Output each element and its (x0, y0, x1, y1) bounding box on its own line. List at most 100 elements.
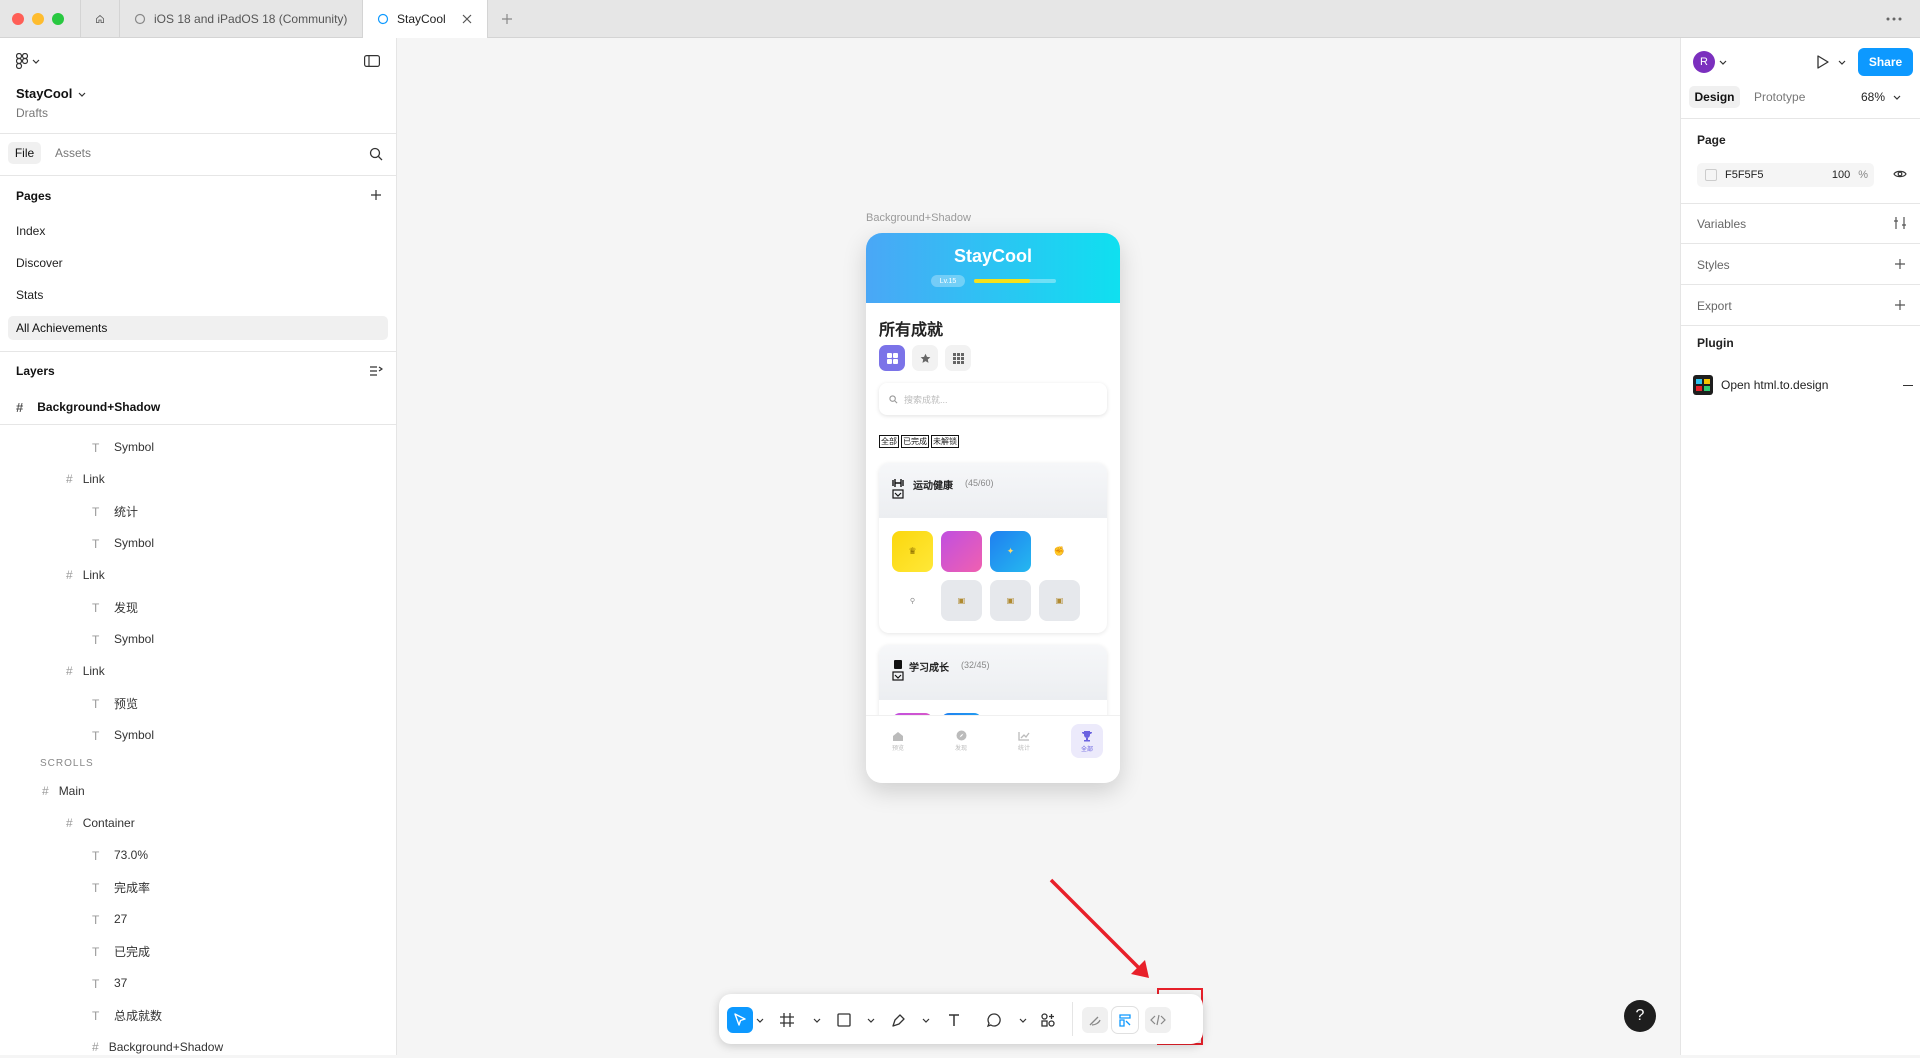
search-field[interactable]: 搜索成就... (879, 383, 1107, 415)
text-tool-button[interactable] (941, 1007, 967, 1033)
layer-text[interactable]: T 统计 (92, 500, 138, 522)
move-tool-button[interactable] (727, 1007, 753, 1033)
locked-achievement-tile[interactable]: ▣ (1039, 580, 1080, 621)
layer-text[interactable]: T Symbol (92, 628, 154, 650)
minimize-window-button[interactable] (32, 13, 44, 25)
comment-tool-button[interactable] (981, 1007, 1007, 1033)
category-header[interactable]: 运动健康 (45/60) (879, 463, 1107, 518)
remove-plugin-icon[interactable] (1903, 384, 1913, 386)
filter-all[interactable]: 全部 (879, 435, 899, 448)
tab-prototype[interactable]: Prototype (1754, 90, 1805, 104)
locked-achievement-tile[interactable]: ▣ (941, 580, 982, 621)
present-play-icon[interactable] (1814, 54, 1830, 70)
styles-heading: Styles (1697, 258, 1730, 272)
new-tab-icon[interactable] (501, 13, 513, 25)
nav-tab-discover[interactable]: 发现 (945, 724, 977, 758)
nav-tab-stats[interactable]: 统计 (1008, 724, 1040, 758)
chevron-down-icon[interactable] (922, 1016, 930, 1024)
tab-assets[interactable]: Assets (55, 146, 91, 160)
pen-tool-button[interactable] (886, 1007, 912, 1033)
layer-text[interactable]: T 预览 (92, 692, 138, 714)
layer-frame-background-shadow[interactable]: # Background+Shadow (16, 396, 160, 418)
page-item-all-achievements[interactable]: All Achievements (8, 316, 388, 340)
chevron-down-icon[interactable] (1838, 58, 1846, 66)
search-icon[interactable] (369, 147, 383, 161)
page-color-field[interactable]: F5F5F5 100 % (1697, 163, 1874, 187)
tab-file[interactable]: File (8, 142, 41, 164)
actions-tool-button[interactable] (1035, 1007, 1061, 1033)
close-tab-icon[interactable] (462, 14, 472, 24)
layer-frame[interactable]: # Main (42, 780, 85, 802)
help-button[interactable]: ? (1624, 1000, 1656, 1032)
add-style-icon[interactable] (1894, 258, 1906, 270)
view-compact-button[interactable] (945, 345, 971, 371)
page-item-discover[interactable]: Discover (16, 256, 63, 270)
layer-text[interactable]: T 发现 (92, 596, 138, 618)
page-item-index[interactable]: Index (16, 224, 45, 238)
zoom-dropdown[interactable]: 68% (1861, 90, 1901, 104)
design-mode-button[interactable] (1112, 1007, 1138, 1033)
layer-text[interactable]: T Symbol (92, 532, 154, 554)
achievement-tile[interactable]: ♛ (892, 531, 933, 572)
draw-mode-button[interactable] (1082, 1007, 1108, 1033)
file-name-button[interactable]: StayCool (16, 86, 86, 101)
avatar[interactable]: R (1693, 51, 1715, 73)
eye-icon[interactable] (1893, 169, 1907, 179)
color-swatch[interactable] (1705, 169, 1717, 181)
tab-staycool[interactable]: StayCool (363, 0, 488, 38)
chevron-down-icon[interactable] (813, 1016, 821, 1024)
chevron-down-icon[interactable] (1019, 1016, 1027, 1024)
layer-text[interactable]: T Symbol (92, 436, 154, 458)
achievement-tile[interactable] (941, 531, 982, 572)
chevron-down-icon[interactable] (867, 1016, 875, 1024)
achievement-tile[interactable]: ⚲ (892, 580, 933, 621)
search-icon (889, 394, 898, 403)
view-grid-button[interactable] (879, 345, 905, 371)
app-frame[interactable]: StayCool Lv.15 所有成就 搜索成就... 全部 已完成 未解锁 运… (866, 233, 1120, 783)
achievement-tile[interactable]: ✦ (990, 531, 1031, 572)
layer-frame[interactable]: # Container (66, 812, 135, 834)
nav-tab-preview[interactable]: 预览 (882, 724, 914, 758)
tab-community-file[interactable]: iOS 18 and iPadOS 18 (Community) (120, 0, 363, 38)
toggle-sidebar-icon[interactable] (364, 55, 380, 67)
achievement-tile[interactable]: ✊ (1039, 531, 1080, 572)
main-menu-button[interactable] (16, 53, 40, 69)
category-header[interactable]: 学习成长 (32/45) (879, 645, 1107, 700)
layer-text[interactable]: T 37 (92, 972, 127, 994)
left-panel: StayCool Drafts File Assets Pages Index … (0, 38, 397, 1055)
layer-text[interactable]: T 总成就数 (92, 1004, 162, 1026)
layer-text[interactable]: T Symbol (92, 724, 154, 746)
chevron-down-icon[interactable] (1719, 58, 1727, 66)
shape-tool-button[interactable] (831, 1007, 857, 1033)
close-window-button[interactable] (12, 13, 24, 25)
add-export-icon[interactable] (1894, 299, 1906, 311)
variables-icon[interactable] (1893, 216, 1907, 230)
dev-mode-button[interactable] (1145, 1007, 1171, 1033)
tab-design[interactable]: Design (1689, 86, 1740, 108)
layer-text[interactable]: T 已完成 (92, 940, 150, 962)
share-button[interactable]: Share (1858, 48, 1913, 76)
text-layer-icon: T (92, 945, 100, 959)
filter-locked[interactable]: 未解锁 (931, 435, 959, 448)
layer-text[interactable]: T 73.0% (92, 844, 148, 866)
layer-frame[interactable]: # Link (66, 564, 105, 586)
view-favorites-button[interactable] (912, 345, 938, 371)
maximize-window-button[interactable] (52, 13, 64, 25)
filter-completed[interactable]: 已完成 (901, 435, 929, 448)
canvas[interactable]: Background+Shadow StayCool Lv.15 所有成就 搜索… (397, 38, 1680, 1055)
frame-label[interactable]: Background+Shadow (866, 212, 971, 224)
page-item-stats[interactable]: Stats (16, 288, 43, 302)
frame-tool-button[interactable] (774, 1007, 800, 1033)
layer-text[interactable]: T 27 (92, 908, 127, 930)
nav-tab-all[interactable]: 全部 (1071, 724, 1103, 758)
layer-frame[interactable]: # Link (66, 468, 105, 490)
home-tab[interactable] (80, 0, 120, 38)
layer-text[interactable]: T 完成率 (92, 876, 150, 898)
add-page-icon[interactable] (370, 189, 382, 201)
more-options-icon[interactable] (1886, 17, 1902, 21)
chevron-down-icon[interactable] (756, 1016, 764, 1024)
layer-list-options-icon[interactable] (369, 365, 383, 377)
layer-frame[interactable]: # Link (66, 660, 105, 682)
locked-achievement-tile[interactable]: ▣ (990, 580, 1031, 621)
plugin-item[interactable]: Open html.to.design (1693, 373, 1913, 397)
